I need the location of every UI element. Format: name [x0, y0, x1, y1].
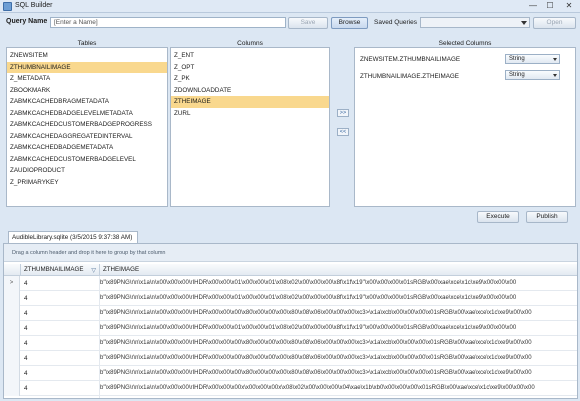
- table-item[interactable]: ZNEWSITEM: [7, 50, 167, 62]
- cell-ztheimage[interactable]: b"\x89PNG\r\n\x1a\n\x00\x00\x00\rIHDR\x0…: [100, 276, 572, 291]
- close-button[interactable]: ✕: [562, 1, 576, 11]
- query-name-input[interactable]: [Enter a Name]: [50, 17, 286, 28]
- cell-zthumbnailimage[interactable]: 4: [24, 291, 28, 306]
- table-item[interactable]: ZTHUMBNAILIMAGE: [7, 61, 167, 73]
- table-item[interactable]: Z_METADATA: [7, 73, 167, 85]
- column-divider: [99, 276, 100, 398]
- cell-zthumbnailimage[interactable]: 4: [24, 276, 28, 291]
- table-row[interactable]: 4 b"\x89PNG\r\n\x1a\n\x00\x00\x00\rIHDR\…: [4, 291, 577, 306]
- type-select[interactable]: String: [505, 70, 560, 80]
- minimize-button[interactable]: —: [526, 1, 540, 11]
- column-header-label: ZTHUMBNAILIMAGE: [24, 266, 84, 273]
- saved-queries-select[interactable]: [420, 17, 530, 28]
- query-name-label: Query Name: [6, 18, 48, 25]
- cell-zthumbnailimage[interactable]: 4: [24, 366, 28, 381]
- tables-list[interactable]: ZNEWSITEM ZTHUMBNAILIMAGE Z_METADATA ZBO…: [6, 47, 168, 207]
- row-indicator: [4, 321, 20, 336]
- table-item[interactable]: ZAUDIOPRODUCT: [7, 165, 167, 177]
- cell-ztheimage[interactable]: b"\x89PNG\r\n\x1a\n\x00\x00\x00\rIHDR\x0…: [100, 321, 572, 336]
- column-header-ztheimage[interactable]: ZTHEIMAGE: [100, 264, 577, 276]
- chevron-down-icon: [553, 74, 557, 77]
- maximize-button[interactable]: ☐: [543, 1, 557, 11]
- result-tab[interactable]: AudibleLibrary.sqlite (3/5/2015 9:37:38 …: [8, 231, 138, 243]
- selected-column-name: ZNEWSITEM.ZTHUMBNAILIMAGE: [360, 56, 461, 63]
- execute-button[interactable]: Execute: [477, 211, 519, 223]
- saved-queries-label: Saved Queries: [374, 19, 417, 26]
- table-row[interactable]: 4 b"\x89PNG\r\n\x1a\n\x00\x00\x00\rIHDR\…: [4, 351, 577, 366]
- column-item[interactable]: Z_OPT: [171, 62, 329, 74]
- cell-zthumbnailimage[interactable]: 4: [24, 306, 28, 321]
- cell-zthumbnailimage[interactable]: 4: [24, 321, 28, 336]
- row-indicator: [4, 351, 20, 366]
- column-item[interactable]: Z_PK: [171, 73, 329, 85]
- table-row[interactable]: 4 b"\x89PNG\r\n\x1a\n\x00\x00\x00\rIHDR\…: [4, 321, 577, 336]
- current-row-indicator: >: [4, 276, 20, 291]
- cell-ztheimage[interactable]: b"\x89PNG\r\n\x1a\n\x00\x00\x00\rIHDR\x0…: [100, 306, 572, 321]
- title-bar: SQL Builder — ☐ ✕: [0, 0, 580, 13]
- app-icon: [3, 2, 12, 11]
- row-indicator: [4, 381, 20, 396]
- open-button[interactable]: Open: [533, 17, 576, 29]
- column-header-zthumbnailimage[interactable]: ZTHUMBNAILIMAGE ▽: [21, 264, 100, 276]
- table-row[interactable]: > 4 b"\x89PNG\r\n\x1a\n\x00\x00\x00\rIHD…: [4, 276, 577, 291]
- results-grid: Drag a column header and drop it here to…: [3, 243, 578, 399]
- selected-column-name: ZTHUMBNAILIMAGE.ZTHEIMAGE: [360, 73, 460, 80]
- chevron-down-icon: [553, 58, 557, 61]
- table-item[interactable]: ZABMKCACHEDBADGELEVELMETADATA: [7, 108, 167, 120]
- tables-header: Tables: [77, 40, 97, 47]
- chevron-down-icon: [521, 21, 527, 25]
- columns-list[interactable]: Z_ENT Z_OPT Z_PK ZDOWNLOADDATE ZTHEIMAGE…: [170, 47, 330, 207]
- cell-zthumbnailimage[interactable]: 4: [24, 381, 28, 396]
- type-select[interactable]: String: [505, 54, 560, 64]
- table-row[interactable]: 4 b"\x89PNG\r\n\x1a\n\x00\x00\x00\rIHDR\…: [4, 381, 577, 396]
- publish-button[interactable]: Publish: [526, 211, 568, 223]
- table-item[interactable]: ZABMKCACHEDBRAGMETADATA: [7, 96, 167, 108]
- cell-zthumbnailimage[interactable]: 4: [24, 336, 28, 351]
- row-indicator-header: [4, 264, 21, 276]
- cell-ztheimage[interactable]: b"\x89PNG\r\n\x1a\n\x00\x00\x00\rIHDR\x0…: [100, 381, 572, 396]
- row-indicator: [4, 306, 20, 321]
- cell-ztheimage[interactable]: b"\x89PNG\r\n\x1a\n\x00\x00\x00\rIHDR\x0…: [100, 351, 572, 366]
- table-item[interactable]: Z_PRIMARYKEY: [7, 177, 167, 189]
- table-item[interactable]: ZBOOKMARK: [7, 85, 167, 97]
- selected-columns-panel: ZNEWSITEM.ZTHUMBNAILIMAGE String ZTHUMBN…: [354, 47, 576, 207]
- row-indicator: [4, 366, 20, 381]
- save-button[interactable]: Save: [288, 17, 328, 29]
- table-row[interactable]: 4 b"\x89PNG\r\n\x1a\n\x00\x00\x00\rIHDR\…: [4, 366, 577, 381]
- table-item[interactable]: ZABMKCACHEDAGGREGATEDINTERVAL: [7, 131, 167, 143]
- cell-zthumbnailimage[interactable]: 4: [24, 351, 28, 366]
- columns-header: Columns: [237, 40, 263, 47]
- type-value: String: [509, 56, 525, 62]
- cell-ztheimage[interactable]: b"\x89PNG\r\n\x1a\n\x00\x00\x00\rIHDR\x0…: [100, 366, 572, 381]
- row-indicator: [4, 291, 20, 306]
- column-item[interactable]: ZDOWNLOADDATE: [171, 85, 329, 97]
- column-item[interactable]: Z_ENT: [171, 50, 329, 62]
- type-value: String: [509, 72, 525, 78]
- table-item[interactable]: ZABMKCACHEDCUSTOMERBADGEPROGRESS: [7, 119, 167, 131]
- column-item[interactable]: ZURL: [171, 108, 329, 120]
- column-item[interactable]: ZTHEIMAGE: [171, 96, 329, 108]
- cell-ztheimage[interactable]: b"\x89PNG\r\n\x1a\n\x00\x00\x00\rIHDR\x0…: [100, 336, 572, 351]
- table-item[interactable]: ZABMKCACHEDCUSTOMERBADGELEVEL: [7, 154, 167, 166]
- add-column-button[interactable]: >>: [337, 109, 349, 117]
- window-title: SQL Builder: [15, 2, 53, 9]
- remove-column-button[interactable]: <<: [337, 128, 349, 136]
- browse-button[interactable]: Browse: [331, 17, 368, 29]
- row-indicator: [4, 336, 20, 351]
- group-by-area[interactable]: Drag a column header and drop it here to…: [4, 244, 577, 262]
- table-row[interactable]: 4 b"\x89PNG\r\n\x1a\n\x00\x00\x00\rIHDR\…: [4, 336, 577, 351]
- table-row[interactable]: 4 b"\x89PNG\r\n\x1a\n\x00\x00\x00\rIHDR\…: [4, 306, 577, 321]
- selected-columns-header: Selected Columns: [438, 40, 492, 47]
- table-item[interactable]: ZABMKCACHEDBADGEMETADATA: [7, 142, 167, 154]
- cell-ztheimage[interactable]: b"\x89PNG\r\n\x1a\n\x00\x00\x00\rIHDR\x0…: [100, 291, 572, 306]
